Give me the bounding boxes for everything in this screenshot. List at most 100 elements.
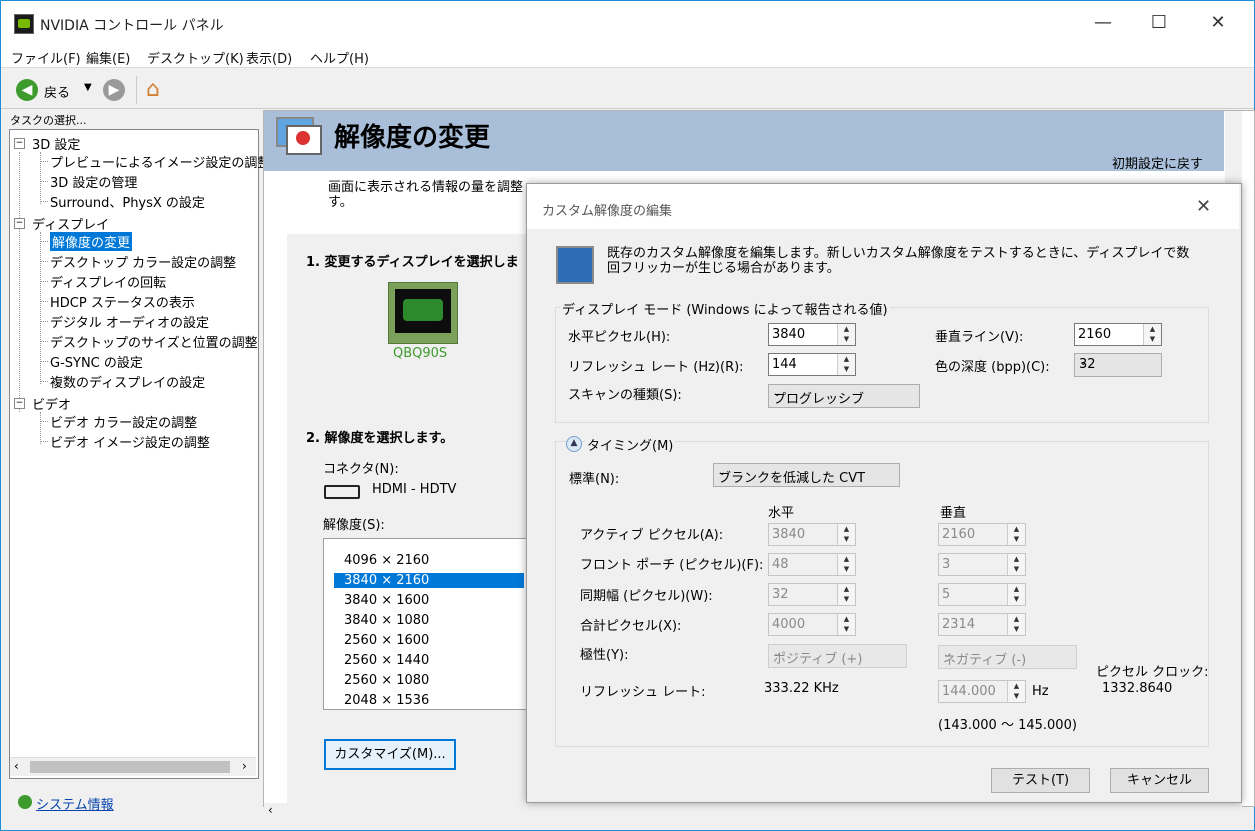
refresh-rate-label: リフレッシュ レート (Hz)(R): xyxy=(568,360,744,375)
menu-file[interactable]: ファイル(F) xyxy=(11,48,81,67)
tree-item-desktop-size[interactable]: デスクトップのサイズと位置の調整 xyxy=(50,332,258,351)
sync-v-field: 5 ▲ ▼ xyxy=(938,583,1026,606)
total-pixels-label: 合計ピクセル(X): xyxy=(580,619,682,634)
spin-updown-icon[interactable]: ▲ ▼ xyxy=(837,324,855,345)
tree-item-preview[interactable]: プレビューによるイメージ設定の調整 xyxy=(50,152,270,171)
collapse-icon[interactable]: − xyxy=(14,398,25,409)
list-item[interactable]: 3840 × 1600 xyxy=(344,593,524,608)
horizontal-column-header: 水平 xyxy=(768,506,795,521)
tree-group-video[interactable]: ビデオ xyxy=(32,394,71,413)
connector-value: HDMI - HDTV xyxy=(372,482,457,497)
tree-horizontal-scrollbar[interactable]: ‹ › xyxy=(10,757,256,776)
menu-help[interactable]: ヘルプ(H) xyxy=(310,48,369,67)
collapse-chevron-up-icon[interactable]: ▲ xyxy=(566,436,582,452)
scrollbar-thumb[interactable] xyxy=(30,761,230,773)
color-depth-label: 色の深度 (bpp)(C): xyxy=(935,360,1050,375)
front-v-field: 3 ▲ ▼ xyxy=(938,553,1026,576)
customize-button[interactable]: カスタマイズ(M)... xyxy=(324,739,456,770)
tree-item-change-resolution[interactable]: 解像度の変更 xyxy=(50,232,133,251)
h-pixels-label: 水平ピクセル(H): xyxy=(568,330,671,345)
menu-edit[interactable]: 編集(E) xyxy=(86,48,130,67)
resolution-label: 解像度(S): xyxy=(323,518,385,533)
monitor-icon xyxy=(556,246,594,284)
dialog-close-icon[interactable]: ✕ xyxy=(1196,196,1211,217)
display-name[interactable]: QBQ90S xyxy=(393,346,447,361)
list-item[interactable]: 2560 × 1600 xyxy=(344,633,524,648)
refresh-rate-field[interactable]: 144 ▲ ▼ xyxy=(768,353,856,376)
color-depth-select[interactable]: 32 ⌄ xyxy=(1074,353,1162,377)
tree-item-hdcp[interactable]: HDCP ステータスの表示 xyxy=(50,292,195,311)
scroll-right-icon[interactable]: › xyxy=(242,759,247,773)
spin-updown-icon: ▲ ▼ xyxy=(837,584,855,605)
list-item[interactable]: 4096 × 2160 xyxy=(344,553,524,568)
page-description: 画面に表示される情報の量を調整す。 xyxy=(328,180,524,210)
minimize-button[interactable]: — xyxy=(1080,8,1126,38)
scroll-left-icon[interactable]: ‹ xyxy=(268,803,273,817)
home-icon[interactable]: ⌂ xyxy=(146,77,160,102)
list-item[interactable]: 3840 × 1080 xyxy=(344,613,524,628)
timing-label[interactable]: タイミング(M) xyxy=(585,435,676,454)
spin-updown-icon: ▲ ▼ xyxy=(1007,554,1025,575)
close-button[interactable]: ✕ xyxy=(1195,8,1241,38)
content-horizontal-scrollbar[interactable]: ‹ xyxy=(264,803,1242,820)
tree-item-gsync[interactable]: G-SYNC の設定 xyxy=(50,352,143,371)
display-monitor-icon[interactable] xyxy=(388,282,458,344)
hz-unit: Hz xyxy=(1032,684,1049,699)
pixel-clock-label: ピクセル クロック: xyxy=(1096,665,1209,680)
dialog-description: 既存のカスタム解像度を編集します。新しいカスタム解像度をテストするときに、ディス… xyxy=(607,246,1190,276)
tree-item-video-color[interactable]: ビデオ カラー設定の調整 xyxy=(50,412,197,431)
tree-item-3d-manage[interactable]: 3D 設定の管理 xyxy=(50,172,137,191)
task-select-label: タスクの選択... xyxy=(10,114,87,127)
step2-heading: 2. 解像度を選択します。 xyxy=(306,431,454,446)
scroll-left-icon[interactable]: ‹ xyxy=(14,759,19,773)
spin-updown-icon[interactable]: ▲ ▼ xyxy=(1143,324,1161,345)
tree-group-3d[interactable]: 3D 設定 xyxy=(32,134,80,153)
chevron-down-icon: ⌄ xyxy=(773,648,782,659)
step1-heading: 1. 変更するディスプレイを選択しま xyxy=(306,255,519,270)
list-item[interactable]: 2560 × 1080 xyxy=(344,673,524,688)
h-pixels-field[interactable]: 3840 ▲ ▼ xyxy=(768,323,856,346)
cancel-button[interactable]: キャンセル xyxy=(1110,768,1209,793)
refresh-khz-value: 333.22 KHz xyxy=(764,681,839,696)
chevron-down-icon: ⌄ xyxy=(718,467,727,478)
menu-desktop[interactable]: デスクトップ(K) xyxy=(147,48,244,67)
forward-arrow-icon[interactable]: ▶ xyxy=(103,79,125,101)
toolbar xyxy=(1,68,1254,109)
back-button-label[interactable]: 戻る xyxy=(44,82,70,101)
tree-item-multi-display[interactable]: 複数のディスプレイの設定 xyxy=(50,372,205,391)
spin-updown-icon: ▲ ▼ xyxy=(1007,584,1025,605)
back-arrow-icon[interactable]: ◀ xyxy=(16,79,38,101)
spin-updown-icon: ▲ ▼ xyxy=(837,554,855,575)
list-item-selected[interactable]: 3840 × 2160 xyxy=(334,573,524,588)
list-item[interactable]: 2048 × 1536 xyxy=(344,693,524,708)
spin-updown-icon: ▲ ▼ xyxy=(1007,681,1025,702)
collapse-icon[interactable]: − xyxy=(14,218,25,229)
active-pixels-label: アクティブ ピクセル(A): xyxy=(580,528,724,543)
v-lines-field[interactable]: 2160 ▲ ▼ xyxy=(1074,323,1162,346)
standard-select[interactable]: ブランクを低減した CVT ⌄ xyxy=(713,463,900,487)
task-tree[interactable]: − 3D 設定 プレビューによるイメージ設定の調整 3D 設定の管理 Surro… xyxy=(9,129,270,779)
scan-type-select[interactable]: プログレッシブ ⌄ xyxy=(768,384,920,408)
menu-view[interactable]: 表示(D) xyxy=(246,48,292,67)
maximize-button[interactable]: ☐ xyxy=(1136,8,1182,38)
tree-item-surround[interactable]: Surround、PhysX の設定 xyxy=(50,192,205,211)
test-button[interactable]: テスト(T) xyxy=(991,768,1090,793)
list-item[interactable]: 2560 × 1440 xyxy=(344,653,524,668)
tree-item-video-image[interactable]: ビデオ イメージ設定の調整 xyxy=(50,432,210,451)
resolution-list[interactable]: 4096 × 2160 3840 × 2160 3840 × 1600 3840… xyxy=(323,538,530,710)
collapse-icon[interactable]: − xyxy=(14,138,25,149)
tree-group-display[interactable]: ディスプレイ xyxy=(32,214,109,233)
tree-item-desktop-color[interactable]: デスクトップ カラー設定の調整 xyxy=(50,252,236,271)
restore-defaults-link[interactable]: 初期設定に戻す xyxy=(1112,153,1203,172)
display-mode-group-label: ディスプレイ モード (Windows によって報告される値) xyxy=(560,299,890,318)
tree-item-rotate[interactable]: ディスプレイの回転 xyxy=(50,272,166,291)
tree-item-audio[interactable]: デジタル オーディオの設定 xyxy=(50,312,209,331)
spin-updown-icon[interactable]: ▲ ▼ xyxy=(837,354,855,375)
sync-h-field: 32 ▲ ▼ xyxy=(768,583,856,606)
spin-updown-icon: ▲ ▼ xyxy=(837,524,855,545)
standard-label: 標準(N): xyxy=(569,472,620,487)
refresh-range: (143.000 ～ 145.000) xyxy=(938,718,1077,733)
back-dropdown-icon[interactable]: ▼ xyxy=(84,82,92,93)
system-info-link[interactable]: システム情報 xyxy=(36,794,114,813)
polarity-v-select: ネガティブ (-) ⌄ xyxy=(938,645,1077,669)
